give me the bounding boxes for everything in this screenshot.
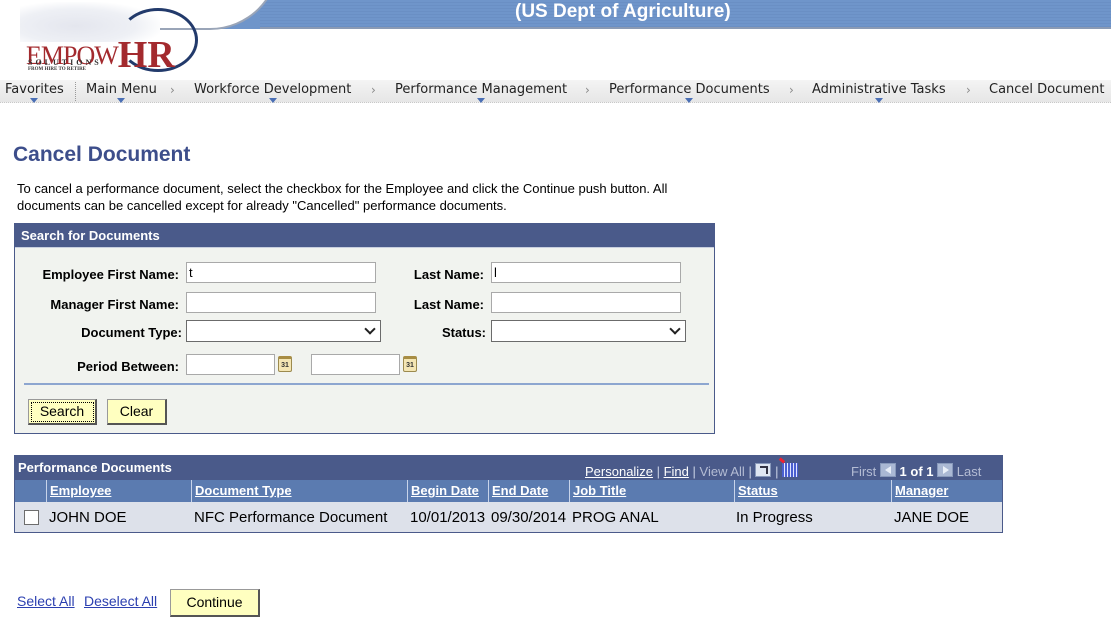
logo-subtitle: SOLUTIONS <box>28 58 102 67</box>
column-header-begin-date[interactable]: Begin Date <box>407 480 488 502</box>
nav-label: Administrative Tasks <box>812 82 946 97</box>
nav-performance-documents[interactable]: Performance Documents <box>609 82 770 103</box>
cell-manager: JANE DOE <box>894 509 970 526</box>
grid-toolbar: Personalize | Find | View All | | <box>585 463 799 479</box>
performance-documents-grid: Performance Documents Personalize | Find… <box>14 455 1003 533</box>
logo-tagline: FROM HIRE TO RETIRE <box>28 67 87 72</box>
employee-last-name-label: Last Name: <box>413 267 484 282</box>
manager-first-name-input[interactable] <box>186 292 376 313</box>
nav-cancel-document[interactable]: Cancel Document <box>989 82 1105 97</box>
download-to-excel-icon[interactable] <box>782 463 799 477</box>
page-title: Cancel Document <box>13 143 191 166</box>
column-header-manager[interactable]: Manager <box>891 480 1002 502</box>
deselect-all-link[interactable]: Deselect All <box>84 593 157 609</box>
dropdown-caret-icon <box>268 98 277 103</box>
grid-title: Performance Documents <box>18 460 172 475</box>
nav-label: Cancel Document <box>989 82 1105 97</box>
empowhr-logo: EMPOWHR SOLUTIONS FROM HIRE TO RETIRE <box>18 2 208 78</box>
nav-label: Workforce Development <box>194 82 352 97</box>
employee-first-name-label: Employee First Name: <box>42 267 179 282</box>
manager-last-name-label: Last Name: <box>413 297 484 312</box>
grid-pager: First 1 of 1 Last <box>851 463 981 479</box>
status-label: Status: <box>441 325 486 340</box>
cell-employee: JOHN DOE <box>49 509 127 526</box>
search-divider <box>24 383 709 385</box>
column-header-status[interactable]: Status <box>734 480 891 502</box>
period-between-label: Period Between: <box>77 359 179 374</box>
column-header-employee[interactable]: Employee <box>46 480 191 502</box>
logo-name-part2: HR <box>117 34 175 76</box>
document-type-select[interactable] <box>186 320 381 342</box>
cell-document-type: NFC Performance Document <box>194 509 388 526</box>
employee-first-name-input[interactable] <box>186 262 376 283</box>
clear-button[interactable]: Clear <box>107 399 167 425</box>
chevron-down-icon <box>669 323 681 335</box>
column-header-end-date[interactable]: End Date <box>488 480 569 502</box>
dropdown-caret-icon <box>30 98 39 103</box>
toolbar-separator: | <box>748 464 752 479</box>
search-button[interactable]: Search <box>28 399 97 425</box>
chevron-down-icon <box>364 323 376 335</box>
breadcrumb-separator-icon: › <box>585 83 590 97</box>
search-panel-header: Search for Documents <box>15 224 714 248</box>
page-info: 1 of 1 <box>899 464 934 479</box>
select-all-link[interactable]: Select All <box>17 593 75 609</box>
dropdown-caret-icon <box>477 98 486 103</box>
grid-title-bar: Performance Documents Personalize | Find… <box>15 456 1002 480</box>
toolbar-separator: | <box>656 464 660 479</box>
period-from-date-input[interactable] <box>186 354 275 375</box>
column-header-job-title[interactable]: Job Title <box>569 480 734 502</box>
grid-header-row: Employee Document Type Begin Date End Da… <box>15 480 1002 502</box>
cell-end-date: 09/30/2014 <box>491 509 567 526</box>
view-all-link[interactable]: View All <box>700 464 745 479</box>
first-page-link[interactable]: First <box>851 464 876 479</box>
nav-main-menu[interactable]: Main Menu <box>86 82 157 103</box>
column-header-document-type[interactable]: Document Type <box>191 480 407 502</box>
manager-last-name-input[interactable] <box>491 292 681 313</box>
nav-administrative-tasks[interactable]: Administrative Tasks <box>812 82 946 103</box>
document-type-label: Document Type: <box>81 325 182 340</box>
dropdown-caret-icon <box>685 98 694 103</box>
dropdown-caret-icon <box>117 98 126 103</box>
toolbar-separator: | <box>775 464 779 479</box>
page-header: (US Dept of Agriculture) EMPOWHR SOLUTIO… <box>0 0 1111 80</box>
status-select[interactable] <box>491 320 686 342</box>
instructions-text: To cancel a performance document, select… <box>17 181 668 213</box>
table-row: JOHN DOE NFC Performance Document 10/01/… <box>15 502 1002 532</box>
manager-first-name-label: Manager First Name: <box>50 297 179 312</box>
breadcrumb-separator-icon: › <box>789 83 794 97</box>
continue-button[interactable]: Continue <box>170 589 260 617</box>
breadcrumb-separator-icon: › <box>966 83 971 97</box>
cell-job-title: PROG ANAL <box>572 509 659 526</box>
nav-label: Performance Documents <box>609 82 770 97</box>
nav-label: Favorites <box>5 82 64 97</box>
cell-begin-date: 10/01/2013 <box>410 509 486 526</box>
nav-performance-management[interactable]: Performance Management <box>395 82 568 103</box>
organization-title: (US Dept of Agriculture) <box>515 1 731 22</box>
nav-workforce-development[interactable]: Workforce Development <box>194 82 352 103</box>
breadcrumb-separator-icon: › <box>371 83 376 97</box>
breadcrumb-separator-icon: › <box>170 83 175 97</box>
next-page-icon[interactable] <box>937 463 954 477</box>
calendar-icon[interactable]: 31 <box>403 356 417 372</box>
zoom-grid-icon[interactable] <box>755 463 772 477</box>
calendar-icon[interactable]: 31 <box>278 356 292 372</box>
find-link[interactable]: Find <box>664 464 689 479</box>
nav-favorites[interactable]: Favorites <box>5 82 64 103</box>
nav-divider <box>75 82 76 101</box>
previous-page-icon[interactable] <box>879 463 896 477</box>
period-to-date-input[interactable] <box>311 354 400 375</box>
last-page-link[interactable]: Last <box>957 464 982 479</box>
search-panel: Search for Documents Employee First Name… <box>14 223 715 434</box>
nav-label: Main Menu <box>86 82 157 97</box>
row-select-checkbox[interactable] <box>24 510 39 525</box>
dropdown-caret-icon <box>874 98 883 103</box>
cell-status: In Progress <box>736 509 813 526</box>
personalize-link[interactable]: Personalize <box>585 464 653 479</box>
breadcrumb-nav: Favorites Main Menu › Workforce Developm… <box>0 80 1111 103</box>
employee-last-name-input[interactable] <box>491 262 681 283</box>
nav-label: Performance Management <box>395 82 568 97</box>
toolbar-separator: | <box>692 464 696 479</box>
